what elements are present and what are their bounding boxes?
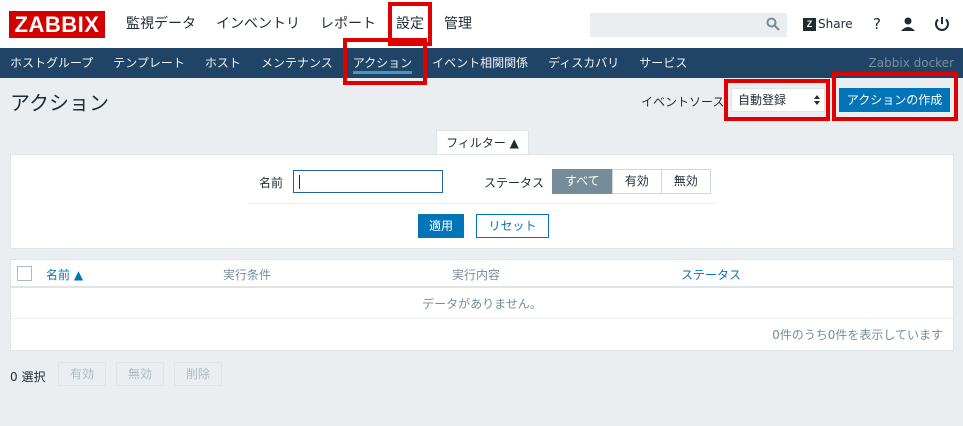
mass-disable-button[interactable]: 無効 bbox=[116, 362, 164, 386]
zabbix-logo[interactable]: ZABBIX bbox=[9, 11, 105, 38]
create-action-button[interactable]: アクションの作成 bbox=[839, 88, 950, 112]
menu-configuration[interactable]: 設定 bbox=[386, 0, 434, 48]
filter-tab[interactable]: フィルター ▲ bbox=[436, 130, 529, 155]
filter-name-input[interactable] bbox=[293, 170, 443, 193]
server-name: Zabbix docker bbox=[868, 56, 954, 70]
share-label: Share bbox=[818, 17, 853, 31]
user-profile-icon[interactable] bbox=[899, 15, 917, 33]
top-header: ZABBIX 監視データ インベントリ レポート 設定 管理 Z Share ? bbox=[0, 0, 963, 48]
status-option-all[interactable]: すべて bbox=[552, 169, 613, 194]
sign-out-icon[interactable] bbox=[933, 15, 951, 33]
search-icon[interactable] bbox=[766, 17, 780, 31]
help-icon[interactable]: ? bbox=[868, 15, 886, 33]
actions-table: 名前 ▲ 実行条件 実行内容 ステータス データがありません。 0件のうち0件を… bbox=[10, 259, 954, 351]
menu-monitoring[interactable]: 監視データ bbox=[116, 0, 206, 48]
column-operations: 実行内容 bbox=[452, 268, 501, 282]
subnav-services[interactable]: サービス bbox=[629, 48, 697, 78]
mass-enable-button[interactable]: 有効 bbox=[58, 362, 106, 386]
filter-status-label: ステータス bbox=[484, 176, 545, 190]
event-source-value: 自動登録 bbox=[738, 93, 787, 107]
column-status[interactable]: ステータス bbox=[681, 266, 741, 283]
share-button[interactable]: Z Share bbox=[803, 17, 853, 31]
paging-summary: 0件のうち0件を表示しています bbox=[772, 328, 943, 342]
menu-administration[interactable]: 管理 bbox=[434, 0, 482, 48]
search-input[interactable] bbox=[590, 13, 787, 37]
menu-reports[interactable]: レポート bbox=[310, 0, 386, 48]
page-title: アクション bbox=[10, 91, 109, 115]
subnav-templates[interactable]: テンプレート bbox=[103, 48, 195, 78]
table-header: 名前 ▲ 実行条件 実行内容 ステータス bbox=[11, 260, 953, 288]
subnav-hosts[interactable]: ホスト bbox=[195, 48, 251, 78]
select-all-checkbox[interactable] bbox=[17, 266, 32, 281]
menu-inventory[interactable]: インベントリ bbox=[206, 0, 310, 48]
main-menu: 監視データ インベントリ レポート 設定 管理 bbox=[116, 0, 482, 48]
selected-count: 0 選択 bbox=[10, 370, 46, 384]
subnav-discovery[interactable]: ディスカバリ bbox=[538, 48, 629, 78]
filter-divider bbox=[249, 203, 717, 204]
status-option-enabled[interactable]: 有効 bbox=[611, 169, 662, 194]
filter-name-label: 名前 bbox=[259, 176, 284, 190]
filter-status-toggle: すべて 有効 無効 bbox=[552, 169, 711, 194]
mass-delete-button[interactable]: 削除 bbox=[174, 362, 222, 386]
share-logo-icon: Z bbox=[803, 17, 816, 31]
status-option-disabled[interactable]: 無効 bbox=[660, 169, 711, 194]
subnav-event-correlation[interactable]: イベント相関関係 bbox=[422, 48, 538, 78]
subnav-maintenance[interactable]: メンテナンス bbox=[251, 48, 343, 78]
text-caret bbox=[299, 175, 300, 189]
filter-panel: 名前 ステータス すべて 有効 無効 適用 リセット bbox=[10, 154, 954, 249]
empty-message: データがありません。 bbox=[11, 290, 953, 319]
column-name[interactable]: 名前 ▲ bbox=[46, 266, 83, 283]
event-source-label: イベントソース bbox=[641, 95, 725, 109]
sub-navigation: ホストグループ テンプレート ホスト メンテナンス アクション イベント相関関係… bbox=[0, 48, 963, 78]
select-arrows-icon bbox=[814, 95, 820, 105]
filter-reset-button[interactable]: リセット bbox=[476, 214, 549, 238]
subnav-actions[interactable]: アクション bbox=[343, 48, 422, 78]
filter-apply-button[interactable]: 適用 bbox=[418, 214, 464, 238]
subnav-host-groups[interactable]: ホストグループ bbox=[0, 48, 103, 78]
event-source-select[interactable]: 自動登録 bbox=[731, 88, 825, 112]
column-conditions: 実行条件 bbox=[223, 268, 272, 282]
